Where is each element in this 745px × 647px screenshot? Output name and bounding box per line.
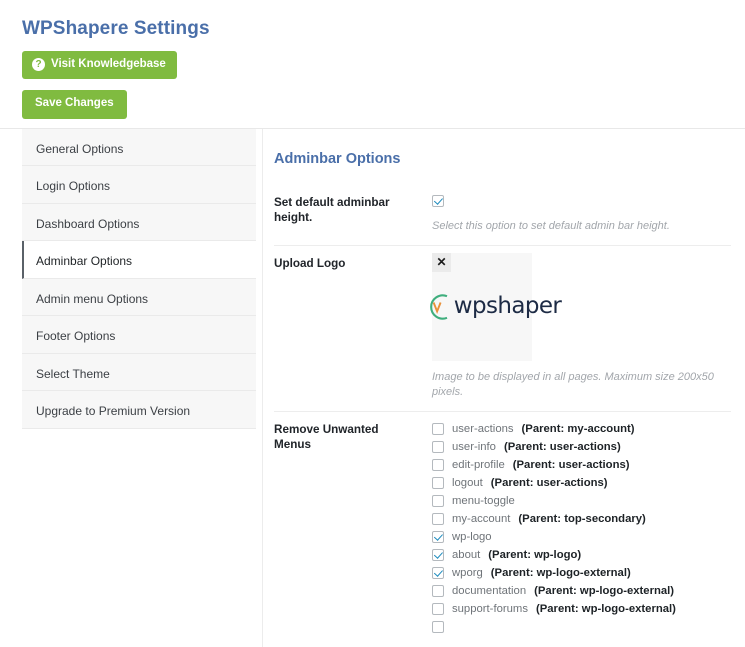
logo-arc-icon [429,293,448,320]
menu-checkbox-user-info[interactable] [432,440,444,453]
page-header: WPShapere Settings ? Visit Knowledgebase… [0,0,745,119]
sidebar-item-upgrade-premium[interactable]: Upgrade to Premium Version [22,391,256,429]
sidebar-item-label: Login Options [36,179,111,193]
menu-name: logout [452,476,483,489]
menu-checkbox-menu-toggle[interactable] [432,494,444,507]
sidebar-item-dashboard-options[interactable]: Dashboard Options [22,203,256,241]
menu-parent: (Parent: user-actions) [503,440,621,453]
menu-name: edit-profile [452,458,505,471]
menu-checkbox-wp-logo[interactable] [432,530,444,543]
logo-wordmark: wpshaper [453,293,562,319]
content-area: General Options Login Options Dashboard … [0,127,745,647]
menu-checkbox-my-account[interactable] [432,512,444,525]
setting-row-remove-menus: Remove Unwanted Menus user-actions (Pare… [274,412,731,647]
section-title: Adminbar Options [274,150,401,167]
sidebar-item-select-theme[interactable]: Select Theme [22,353,256,391]
sidebar-item-login-options[interactable]: Login Options [22,166,256,204]
menu-checkbox-wporg[interactable] [432,566,444,579]
list-item[interactable]: about (Parent: wp-logo) [432,546,731,564]
menu-checkbox-edit-profile[interactable] [432,458,444,471]
logo-preview: ✕ wpshaper [429,252,562,361]
close-icon[interactable]: ✕ [432,252,451,272]
settings-page: WPShapere Settings ? Visit Knowledgebase… [0,0,745,647]
sidebar-item-label: General Options [36,141,124,156]
menu-parent: (Parent: wp-logo) [488,548,582,561]
list-item[interactable]: my-account (Parent: top-secondary) [432,510,731,528]
list-item[interactable]: logout (Parent: user-actions) [432,474,731,492]
list-item[interactable]: user-info (Parent: user-actions) [432,438,731,456]
settings-sidebar: General Options Login Options Dashboard … [22,128,256,429]
save-changes-button[interactable]: Save Changes [22,90,127,119]
menu-name: about [452,548,481,561]
menu-checkbox-next[interactable] [432,620,444,633]
adminbar-height-checkbox[interactable] [432,194,444,207]
list-item[interactable]: support-forums (Parent: wp-logo-external… [432,600,731,618]
list-item[interactable] [432,618,731,636]
setting-row-upload-logo: Upload Logo ✕ wpshaper Image to be displ… [274,246,731,412]
menu-name: documentation [452,584,527,597]
setting-row-adminbar-height: Set default adminbar height. Select this… [274,185,731,246]
sidebar-item-label: Adminbar Options [36,254,133,268]
menu-parent: (Parent: wp-logo-external) [535,602,676,615]
list-item[interactable]: edit-profile (Parent: user-actions) [432,456,731,474]
sidebar-item-general-options[interactable]: General Options [22,128,256,166]
menu-checkbox-logout[interactable] [432,476,444,489]
menu-parent: (Parent: wp-logo-external) [534,584,675,597]
menu-checkbox-user-actions[interactable] [432,422,444,435]
menu-parent: (Parent: user-actions) [490,476,608,489]
setting-label: Set default adminbar height. [274,195,390,225]
menu-name: menu-toggle [452,494,515,507]
menu-parent: (Parent: wp-logo-external) [490,566,631,579]
sidebar-item-label: Dashboard Options [36,216,140,231]
menu-parent: (Parent: user-actions) [512,458,630,471]
menu-name: user-info [452,440,496,453]
settings-panel: Adminbar Options Set default adminbar he… [262,128,745,647]
sidebar-item-label: Admin menu Options [36,291,149,306]
save-changes-label: Save Changes [35,97,114,109]
sidebar-item-footer-options[interactable]: Footer Options [22,316,256,354]
setting-helper-text: Select this option to set default admin … [432,219,670,232]
menu-checkbox-documentation[interactable] [432,584,444,597]
setting-helper-text: Image to be displayed in all pages. Maxi… [432,370,714,398]
menu-name: support-forums [452,602,528,615]
sidebar-item-label: Footer Options [36,329,116,343]
setting-label: Upload Logo [274,256,346,270]
visit-knowledgebase-button[interactable]: ? Visit Knowledgebase [22,51,177,79]
menu-name: user-actions [452,422,514,435]
menu-checkbox-about[interactable] [432,548,444,561]
sidebar-item-label: Select Theme [36,366,110,381]
visit-knowledgebase-label: Visit Knowledgebase [51,57,166,70]
page-title: WPShapere Settings [22,18,210,39]
remove-menus-checklist: user-actions (Parent: my-account) user-i… [432,420,731,636]
menu-name: wp-logo [452,530,492,543]
list-item[interactable]: documentation (Parent: wp-logo-external) [432,582,731,600]
list-item[interactable]: user-actions (Parent: my-account) [432,420,731,438]
wpshaper-logo: wpshaper [427,292,562,322]
menu-parent: (Parent: my-account) [521,422,635,435]
menu-name: wporg [452,566,483,579]
setting-label: Remove Unwanted Menus [274,422,379,452]
menu-name: my-account [452,512,511,525]
list-item[interactable]: menu-toggle [432,492,731,510]
sidebar-item-admin-menu-options[interactable]: Admin menu Options [22,278,256,316]
list-item[interactable]: wporg (Parent: wp-logo-external) [432,564,731,582]
sidebar-item-adminbar-options[interactable]: Adminbar Options [22,241,256,279]
question-mark-icon: ? [32,58,45,71]
list-item[interactable]: wp-logo [432,528,731,546]
menu-parent: (Parent: top-secondary) [518,512,646,525]
menu-checkbox-support-forums[interactable] [432,602,444,615]
sidebar-item-label: Upgrade to Premium Version [36,404,191,418]
